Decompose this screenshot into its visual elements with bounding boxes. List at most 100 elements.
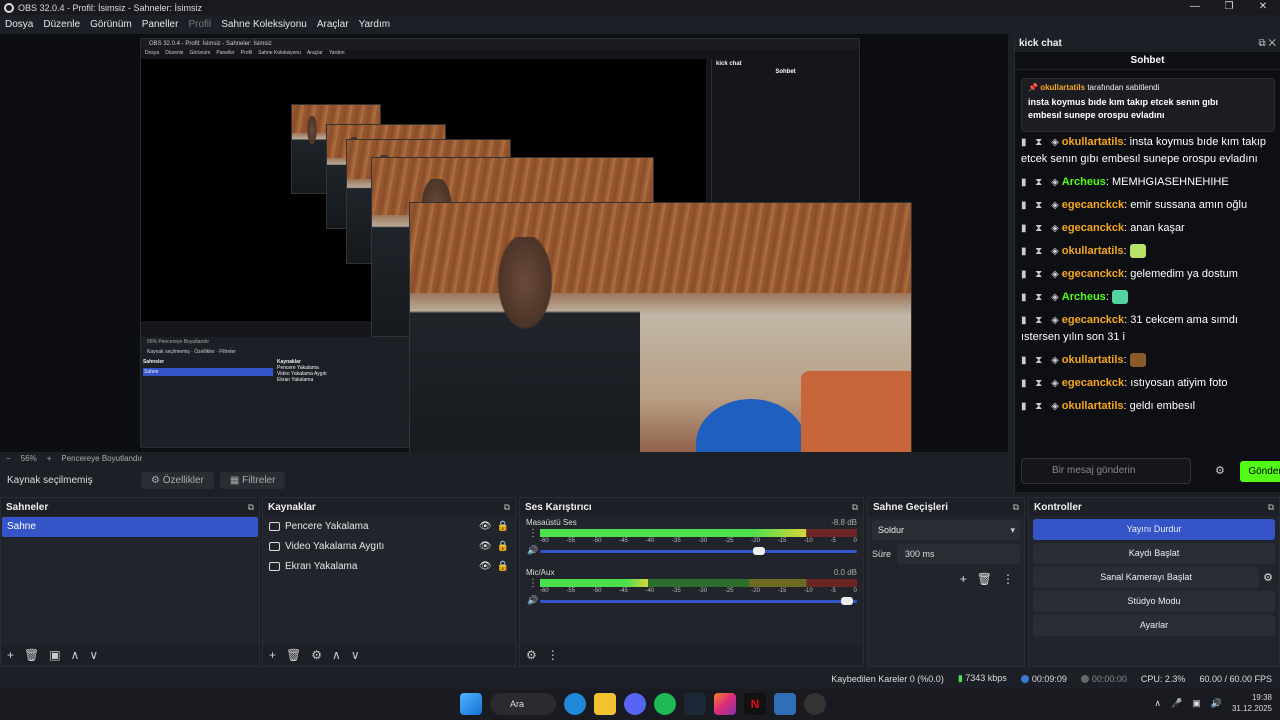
chat-username[interactable]: egecanckck [1062,377,1124,389]
slider-knob[interactable] [752,547,765,555]
chat-username[interactable]: okullartatils [1062,400,1124,412]
transition-select[interactable]: Soldur [872,520,1020,540]
menu-help[interactable]: Yardım [359,19,391,30]
undock-icon[interactable]: ⧉ [852,502,858,513]
advanced-audio-icon[interactable]: ⚙ [526,648,537,662]
volume-slider[interactable] [540,597,857,605]
windows-start-icon[interactable] [460,693,482,715]
zoom-in-icon[interactable]: + [47,454,52,463]
minimize-button[interactable]: — [1178,0,1212,15]
chat-username[interactable]: Archeus [1062,176,1106,188]
undock-icon[interactable]: ⧉ [1268,502,1274,513]
chat-username[interactable]: egecanckck [1062,268,1124,280]
properties-button[interactable]: ⚙ Özellikler [141,471,214,489]
chevron-up-icon[interactable]: ∧ [1154,698,1161,709]
fit-to-window[interactable]: Pencereye Boyutlandır [61,454,142,463]
move-up-icon[interactable]: ∧ [332,648,341,662]
pinned-message[interactable]: 📌 okullartatils tarafından sabitlendi in… [1021,78,1275,132]
eye-icon[interactable]: 👁 [479,561,492,572]
add-source-icon[interactable]: + [269,648,276,662]
settings-button[interactable]: Ayarlar [1033,615,1275,636]
source-item-window-capture[interactable]: Pencere Yakalama 👁 🔒 [263,516,515,536]
app-icon[interactable] [774,693,796,715]
chat-username[interactable]: Archeus [1062,291,1106,303]
remove-source-icon[interactable]: 🗑 [286,648,301,662]
eye-icon[interactable]: 👁 [479,541,492,552]
chat-username[interactable]: okullartatils [1062,136,1124,148]
clock-date: 31.12.2025 [1231,704,1272,713]
menu-scene-collection[interactable]: Sahne Koleksiyonu [221,19,307,30]
eye-icon[interactable]: 👁 [479,521,492,532]
send-button[interactable]: Gönder [1240,461,1280,482]
slider-knob[interactable] [841,597,854,605]
chat-username[interactable]: egecanckck [1062,222,1124,234]
netflix-icon[interactable]: N [744,693,766,715]
chat-username[interactable]: okullartatils [1062,245,1124,257]
close-button[interactable]: ✕ [1246,0,1280,15]
track-menu-icon[interactable]: ⋮ [528,578,538,589]
volume-icon[interactable]: 🔊 [1211,698,1222,709]
controls-dock: Kontroller ⧉ Yayını Durdur Kaydı Başlat S… [1028,497,1280,667]
remove-scene-icon[interactable]: 🗑 [24,648,39,662]
obs-taskbar-icon[interactable] [804,693,826,715]
transition-menu-icon[interactable]: ⋮ [1002,572,1014,586]
speaker-icon[interactable]: 🔊 [527,595,538,606]
edge-icon[interactable] [564,693,586,715]
taskbar-search[interactable]: Ara [490,693,556,715]
microphone-icon[interactable]: 🎤 [1171,698,1182,709]
chat-username[interactable]: okullartatils [1062,354,1124,366]
source-settings-icon[interactable]: ⚙ [311,648,322,662]
cpu-usage: CPU: 2.3% [1140,673,1186,684]
zoom-out-icon[interactable]: − [6,454,11,463]
menu-file[interactable]: Dosya [5,19,33,30]
chat-username[interactable]: egecanckck [1062,199,1124,211]
source-item-display-capture[interactable]: Ekran Yakalama 👁 🔒 [263,556,515,576]
webcam-feed[interactable] [409,202,912,452]
lock-icon[interactable]: 🔒 [497,521,509,532]
virtual-camera-settings-icon[interactable]: ⚙ [1263,571,1273,584]
mixer-menu-icon[interactable]: ⋮ [547,648,559,662]
source-item-video-capture[interactable]: Video Yakalama Aygıtı 👁 🔒 [263,536,515,556]
start-virtual-camera-button[interactable]: Sanal Kamerayı Başlat [1033,567,1260,588]
volume-slider[interactable] [540,547,857,555]
move-down-icon[interactable]: ∨ [351,648,360,662]
filters-button[interactable]: ▦ Filtreler [219,471,286,489]
menu-view[interactable]: Görünüm [90,19,132,30]
remove-transition-icon[interactable]: 🗑 [977,572,992,586]
track-menu-icon[interactable]: ⋮ [528,528,538,539]
file-explorer-icon[interactable] [594,693,616,715]
stop-streaming-button[interactable]: Yayını Durdur [1033,519,1275,540]
studio-mode-button[interactable]: Stüdyo Modu [1033,591,1275,612]
add-scene-icon[interactable]: + [7,648,14,662]
scene-item[interactable]: Sahne [2,517,258,537]
undock-icon[interactable]: ⧉ [248,502,254,513]
chat-username[interactable]: egecanckck [1062,314,1124,326]
scene-filters-icon[interactable]: ▣ [49,648,60,662]
duration-input[interactable]: 300 ms [897,544,1020,564]
steam-icon[interactable] [684,693,706,715]
undock-icon[interactable]: ⧉ [1013,502,1019,513]
preview-canvas[interactable]: OBS 32.0.4 - Profil: İsimsiz - Sahneler:… [0,34,1008,452]
menu-edit[interactable]: Düzenle [43,19,80,30]
menu-docks[interactable]: Paneller [142,19,179,30]
maximize-button[interactable]: ❐ [1212,0,1246,15]
clock[interactable]: 19:38 31.12.2025 [1232,692,1272,714]
lock-icon[interactable]: 🔒 [497,541,509,552]
network-icon[interactable]: ▣ [1192,698,1201,709]
menu-profile[interactable]: Profil [188,19,211,30]
menu-tools[interactable]: Araçlar [317,19,349,30]
discord-icon[interactable] [624,693,646,715]
speaker-icon[interactable]: 🔊 [527,545,538,556]
record-icon [1080,675,1089,684]
undock-icon[interactable]: ⧉ ✕ [1258,38,1276,49]
move-up-icon[interactable]: ∧ [71,648,80,662]
start-recording-button[interactable]: Kaydı Başlat [1033,543,1275,564]
chat-settings-icon[interactable]: ⚙ [1215,464,1225,477]
move-down-icon[interactable]: ∨ [89,648,98,662]
spotify-icon[interactable] [654,693,676,715]
add-transition-icon[interactable]: + [960,572,967,586]
lock-icon[interactable]: 🔒 [497,561,509,572]
undock-icon[interactable]: ⧉ [504,502,510,513]
instagram-icon[interactable] [714,693,736,715]
chat-input[interactable]: Bir mesaj gönderin [1021,458,1191,484]
